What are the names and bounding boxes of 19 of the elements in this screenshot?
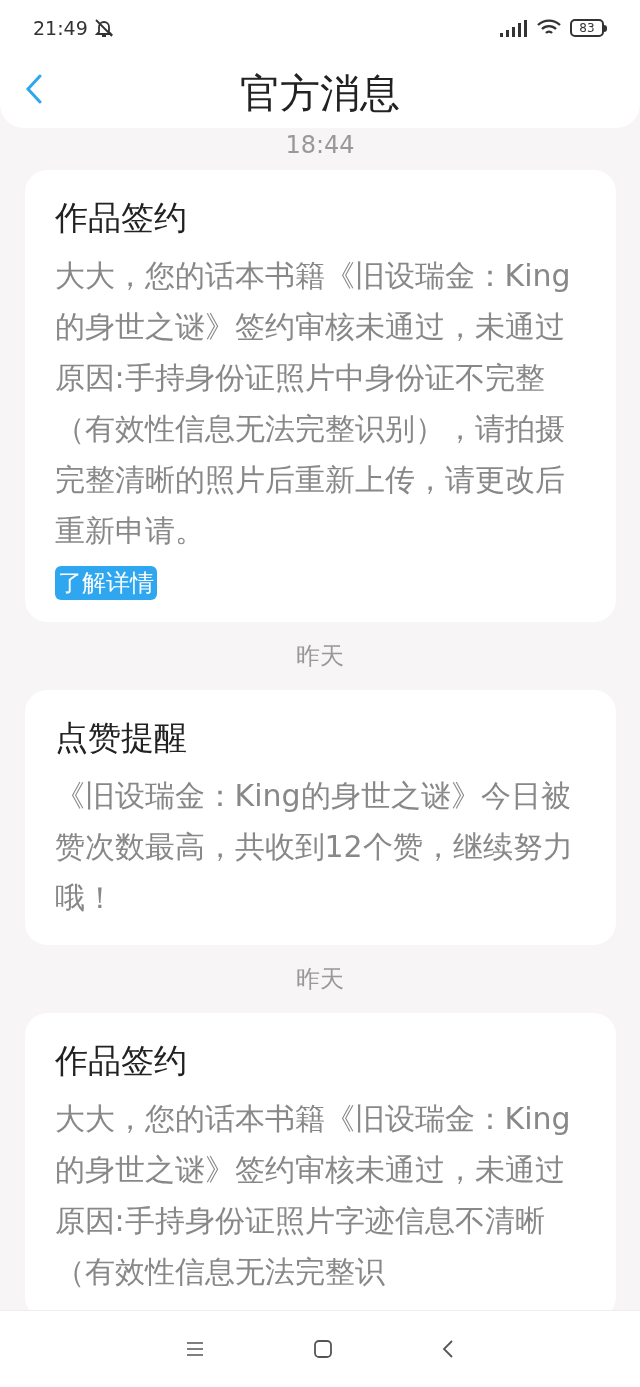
- message-body: 《旧设瑞金：King的身世之谜》今日被赞次数最高，共收到12个赞，继续努力哦！: [54, 777, 574, 917]
- battery-icon: 83: [570, 19, 607, 37]
- message-title: 作品签约: [54, 1040, 187, 1082]
- message-time: 昨天: [296, 964, 344, 995]
- page-title: 官方消息: [240, 69, 400, 118]
- message-title: 点赞提醒: [54, 717, 187, 759]
- back-nav-icon[interactable]: [442, 1340, 454, 1358]
- message-body: 大大，您的话本书籍《旧设瑞金：King的身世之谜》签约审核未通过，未通过原因:手持身份证照片中身份证不完整（有效性信息无法完整识别），请拍摄完整清晰的照片后重新上传，请更改后重新申请。: [54, 257, 572, 550]
- message-body: 大大，您的话本书籍《旧设瑞金：King的身世之谜》签约审核未通过，未通过原因:手持身份证照片字迹信息不清晰（有效性信息无法完整识: [54, 1100, 572, 1291]
- status-time: 21:49: [33, 15, 88, 41]
- home-icon[interactable]: [314, 1340, 332, 1358]
- message-title: 作品签约: [54, 197, 187, 239]
- menu-icon[interactable]: [186, 1342, 204, 1356]
- message-time: 昨天: [296, 641, 344, 672]
- signal-icon: [498, 18, 528, 38]
- message-time: 18:44: [285, 130, 355, 161]
- details-button[interactable]: 了解详情: [54, 566, 157, 600]
- muted-bell-icon: [93, 18, 114, 38]
- back-icon[interactable]: [25, 74, 43, 104]
